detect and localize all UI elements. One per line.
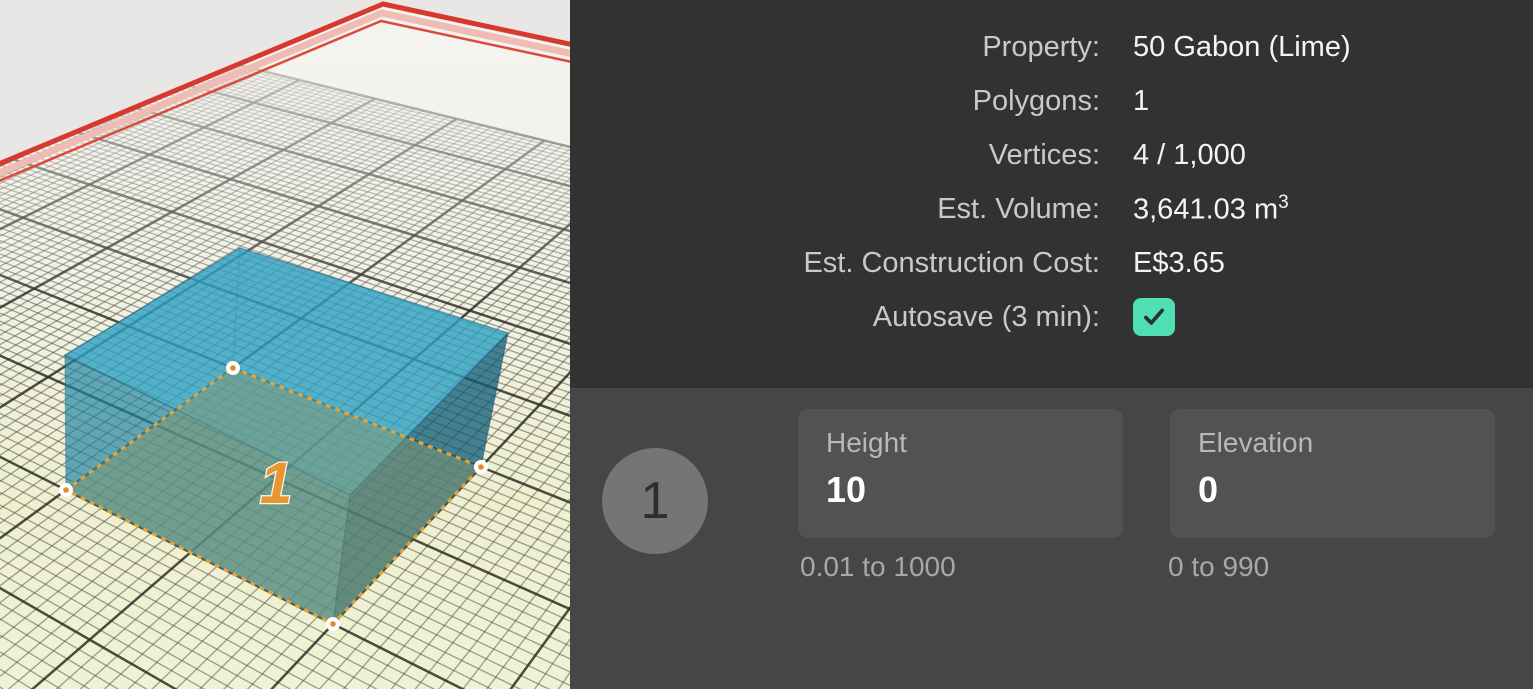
- stat-row-polygons: Polygons: 1: [570, 74, 1533, 128]
- vertex-handle[interactable]: [326, 617, 340, 631]
- height-field[interactable]: Height 10: [798, 409, 1123, 538]
- autosave-label: Autosave (3 min):: [570, 301, 1100, 334]
- vertices-label: Vertices:: [570, 139, 1100, 172]
- est-volume-exponent: 3: [1278, 192, 1289, 213]
- polygon-number-label: 1: [260, 451, 292, 516]
- est-volume-label: Est. Volume:: [570, 193, 1100, 226]
- vertex-handle[interactable]: [474, 460, 488, 474]
- autosave-checkbox[interactable]: [1133, 298, 1175, 336]
- polygons-value: 1: [1133, 85, 1149, 118]
- property-label: Property:: [570, 31, 1100, 64]
- height-range-hint: 0.01 to 1000: [800, 551, 956, 583]
- stat-row-vertices: Vertices: 4 / 1,000: [570, 128, 1533, 182]
- height-field-value: 10: [826, 469, 1123, 511]
- elevation-range-hint: 0 to 990: [1168, 551, 1269, 583]
- stat-row-property: Property: 50 Gabon (Lime): [570, 20, 1533, 74]
- stat-row-est-volume: Est. Volume: 3,641.03 m3: [570, 182, 1533, 236]
- vertices-value: 4 / 1,000: [1133, 139, 1246, 172]
- elevation-field-label: Elevation: [1198, 427, 1495, 459]
- polygons-label: Polygons:: [570, 85, 1100, 118]
- app-window: 1 Property: 50 Gabon (Lime) Polygons: 1 …: [0, 0, 1533, 689]
- est-cost-label: Est. Construction Cost:: [570, 247, 1100, 280]
- property-stats-panel: Property: 50 Gabon (Lime) Polygons: 1 Ve…: [570, 0, 1533, 388]
- stat-row-autosave: Autosave (3 min):: [570, 290, 1533, 344]
- checkmark-icon: [1140, 304, 1168, 330]
- elevation-field-value: 0: [1198, 469, 1495, 511]
- polygon-controls-panel: 1 Height 10 0.01 to 1000 Elevation 0 0 t…: [570, 388, 1533, 689]
- height-field-label: Height: [826, 427, 1123, 459]
- est-volume-value: 3,641.03 m3: [1133, 192, 1289, 227]
- stat-row-est-cost: Est. Construction Cost: E$3.65: [570, 236, 1533, 290]
- est-cost-value: E$3.65: [1133, 247, 1225, 280]
- elevation-field[interactable]: Elevation 0: [1170, 409, 1495, 538]
- polygon-group-badge[interactable]: 1: [602, 448, 708, 554]
- side-panel: Property: 50 Gabon (Lime) Polygons: 1 Ve…: [570, 0, 1533, 689]
- property-value: 50 Gabon (Lime): [1133, 31, 1351, 64]
- vertex-handle[interactable]: [226, 361, 240, 375]
- vertex-handle[interactable]: [59, 483, 73, 497]
- est-volume-number: 3,641.03 m: [1133, 193, 1278, 225]
- 3d-viewport[interactable]: 1: [0, 0, 570, 689]
